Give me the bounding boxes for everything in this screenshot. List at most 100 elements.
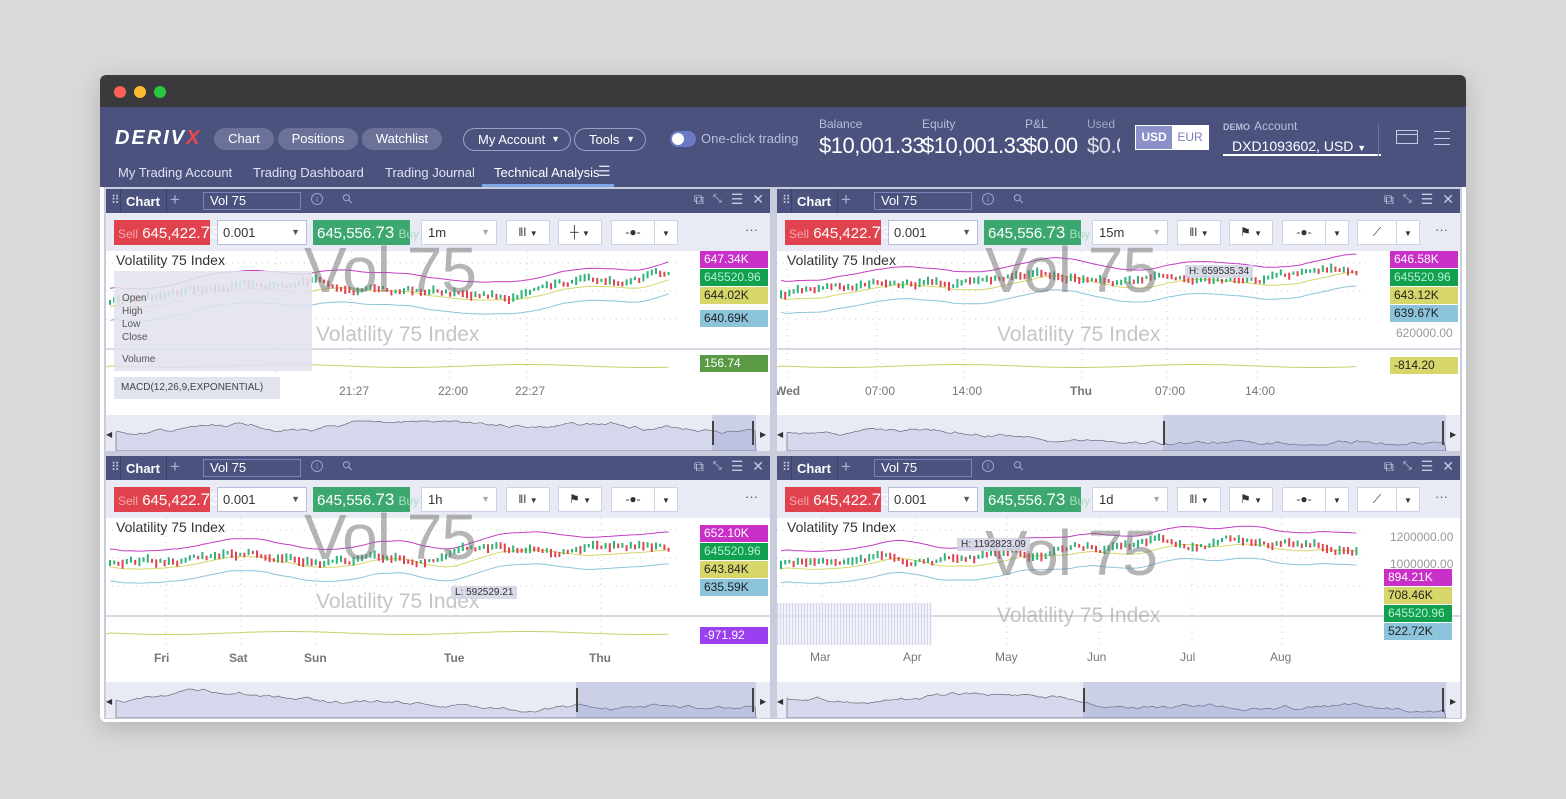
quantity-dropdown[interactable]: 0.001 ▼ <box>217 487 307 512</box>
chart-navigator[interactable]: ◀ ▶ <box>777 682 1460 718</box>
navigator-handle[interactable] <box>752 688 754 712</box>
tab-menu-icon[interactable]: ☰ <box>598 163 611 179</box>
nav-positions-button[interactable]: Positions <box>278 128 358 150</box>
add-chart-icon[interactable]: + <box>841 190 851 210</box>
close-window-button[interactable] <box>114 86 126 98</box>
quantity-dropdown[interactable]: 0.001 ▼ <box>888 220 978 245</box>
sell-button[interactable]: Sell 645,422.73 <box>114 220 220 245</box>
navigator-handle[interactable] <box>576 688 578 712</box>
tools-dropdown[interactable]: Tools ▼ <box>574 128 646 151</box>
navigator-handle[interactable] <box>1083 688 1085 712</box>
symbol-input[interactable]: Vol 75 <box>874 192 972 210</box>
panel-menu-icon[interactable]: ☰ <box>731 458 744 475</box>
line-style-button[interactable]: -●- <box>611 487 655 512</box>
link-icon[interactable]: ⚲ <box>1010 190 1028 208</box>
line-style-button[interactable]: -●- <box>611 220 655 245</box>
nav-watchlist-button[interactable]: Watchlist <box>362 128 442 150</box>
close-panel-icon[interactable]: ✕ <box>752 191 764 208</box>
close-panel-icon[interactable]: ✕ <box>1442 191 1454 208</box>
detach-icon[interactable]: ⧉ <box>1384 458 1394 475</box>
scroll-right-arrow[interactable]: ▶ <box>1450 697 1457 706</box>
buy-button[interactable]: 645,556.73 Buy <box>984 487 1090 512</box>
line-style-button[interactable]: -●- <box>1282 220 1326 245</box>
line-style-dropdown[interactable]: ▼ <box>654 220 678 245</box>
sell-button[interactable]: Sell 645,422.73 <box>785 220 891 245</box>
navigator-handle[interactable] <box>1442 421 1444 445</box>
panel-menu-icon[interactable]: ☰ <box>1421 191 1434 208</box>
expand-icon[interactable]: ⤡ <box>1403 193 1412 208</box>
macd-study-tag[interactable]: MACD(12,26,9,EXPONENTIAL) <box>114 377 280 399</box>
tab-my-trading-account[interactable]: My Trading Account <box>118 165 232 180</box>
drag-handle-icon[interactable]: ⠿ <box>782 193 791 207</box>
draw-line-button[interactable]: ⟋ <box>1357 220 1397 245</box>
scroll-right-arrow[interactable]: ▶ <box>1450 430 1457 439</box>
quantity-dropdown[interactable]: 0.001 ▼ <box>217 220 307 245</box>
one-click-trading-toggle[interactable] <box>670 131 696 147</box>
scroll-left-arrow[interactable]: ◀ <box>777 430 784 439</box>
tab-trading-dashboard[interactable]: Trading Dashboard <box>253 165 364 180</box>
expand-icon[interactable]: ⤡ <box>713 460 722 475</box>
collapse-icon[interactable]: ⤡ <box>713 193 722 208</box>
detach-icon[interactable]: ⧉ <box>694 458 704 475</box>
chart-navigator[interactable]: ◀ ▶ <box>106 682 770 718</box>
info-icon[interactable]: i <box>982 460 994 472</box>
drag-handle-icon[interactable]: ⠿ <box>111 193 120 207</box>
crosshair-tool-button[interactable]: ┼ ▼ <box>558 220 602 245</box>
draw-line-dropdown[interactable]: ▼ <box>1396 487 1420 512</box>
navigator-handle[interactable] <box>1442 688 1444 712</box>
link-icon[interactable]: ⚲ <box>1010 457 1028 475</box>
scroll-left-arrow[interactable]: ◀ <box>777 697 784 706</box>
scroll-right-arrow[interactable]: ▶ <box>760 430 767 439</box>
line-style-dropdown[interactable]: ▼ <box>1325 220 1349 245</box>
line-style-dropdown[interactable]: ▼ <box>1325 487 1349 512</box>
scroll-right-arrow[interactable]: ▶ <box>760 697 767 706</box>
sell-button[interactable]: Sell 645,422.73 <box>785 487 891 512</box>
close-panel-icon[interactable]: ✕ <box>752 458 764 475</box>
add-chart-icon[interactable]: + <box>170 190 180 210</box>
info-icon[interactable]: i <box>982 193 994 205</box>
line-style-button[interactable]: -●- <box>1282 487 1326 512</box>
flag-tool-button[interactable]: ⚑ ▼ <box>1229 487 1273 512</box>
navigator-selection[interactable] <box>712 415 756 451</box>
scroll-left-arrow[interactable]: ◀ <box>106 430 113 439</box>
navigator-selection[interactable] <box>576 682 756 718</box>
chart-type-button[interactable]: ǁǀ ▼ <box>506 220 550 245</box>
scroll-left-arrow[interactable]: ◀ <box>106 697 113 706</box>
info-icon[interactable]: i <box>311 460 323 472</box>
drag-handle-icon[interactable]: ⠿ <box>111 460 120 474</box>
add-chart-icon[interactable]: + <box>170 457 180 477</box>
navigator-handle[interactable] <box>752 421 754 445</box>
chart-type-button[interactable]: ǁǀ ▼ <box>1177 487 1221 512</box>
sell-button[interactable]: Sell 645,422.73 <box>114 487 220 512</box>
symbol-input[interactable]: Vol 75 <box>874 459 972 477</box>
symbol-input[interactable]: Vol 75 <box>203 192 301 210</box>
link-icon[interactable]: ⚲ <box>339 457 357 475</box>
chart-type-button[interactable]: ǁǀ ▼ <box>1177 220 1221 245</box>
flag-tool-button[interactable]: ⚑ ▼ <box>558 487 602 512</box>
panel-menu-icon[interactable]: ☰ <box>1421 458 1434 475</box>
navigator-handle[interactable] <box>712 421 714 445</box>
close-panel-icon[interactable]: ✕ <box>1442 458 1454 475</box>
chart-type-button[interactable]: ǁǀ ▼ <box>506 487 550 512</box>
add-chart-icon[interactable]: + <box>841 457 851 477</box>
chart-navigator[interactable]: ◀ ▶ <box>106 415 770 451</box>
timeframe-dropdown[interactable]: 1d ▼ <box>1092 487 1168 512</box>
more-options-icon[interactable]: ··· <box>745 489 758 504</box>
navigator-handle[interactable] <box>1163 421 1165 445</box>
hamburger-menu-icon[interactable] <box>1434 131 1450 145</box>
more-options-icon[interactable]: ··· <box>1435 222 1448 237</box>
detach-icon[interactable]: ⧉ <box>1384 191 1394 208</box>
drag-handle-icon[interactable]: ⠿ <box>782 460 791 474</box>
symbol-input[interactable]: Vol 75 <box>203 459 301 477</box>
flag-tool-button[interactable]: ⚑ ▼ <box>1229 220 1273 245</box>
draw-line-dropdown[interactable]: ▼ <box>1396 220 1420 245</box>
my-account-dropdown[interactable]: My Account ▼ <box>463 128 571 151</box>
layout-icon[interactable] <box>1396 130 1418 144</box>
account-selector[interactable]: DEMO Account DXD1093602, USD ▼ <box>1223 117 1381 156</box>
navigator-selection[interactable] <box>1163 415 1446 451</box>
minimize-window-button[interactable] <box>134 86 146 98</box>
line-style-dropdown[interactable]: ▼ <box>654 487 678 512</box>
tab-trading-journal[interactable]: Trading Journal <box>385 165 475 180</box>
draw-line-button[interactable]: ⟋ <box>1357 487 1397 512</box>
quantity-dropdown[interactable]: 0.001 ▼ <box>888 487 978 512</box>
